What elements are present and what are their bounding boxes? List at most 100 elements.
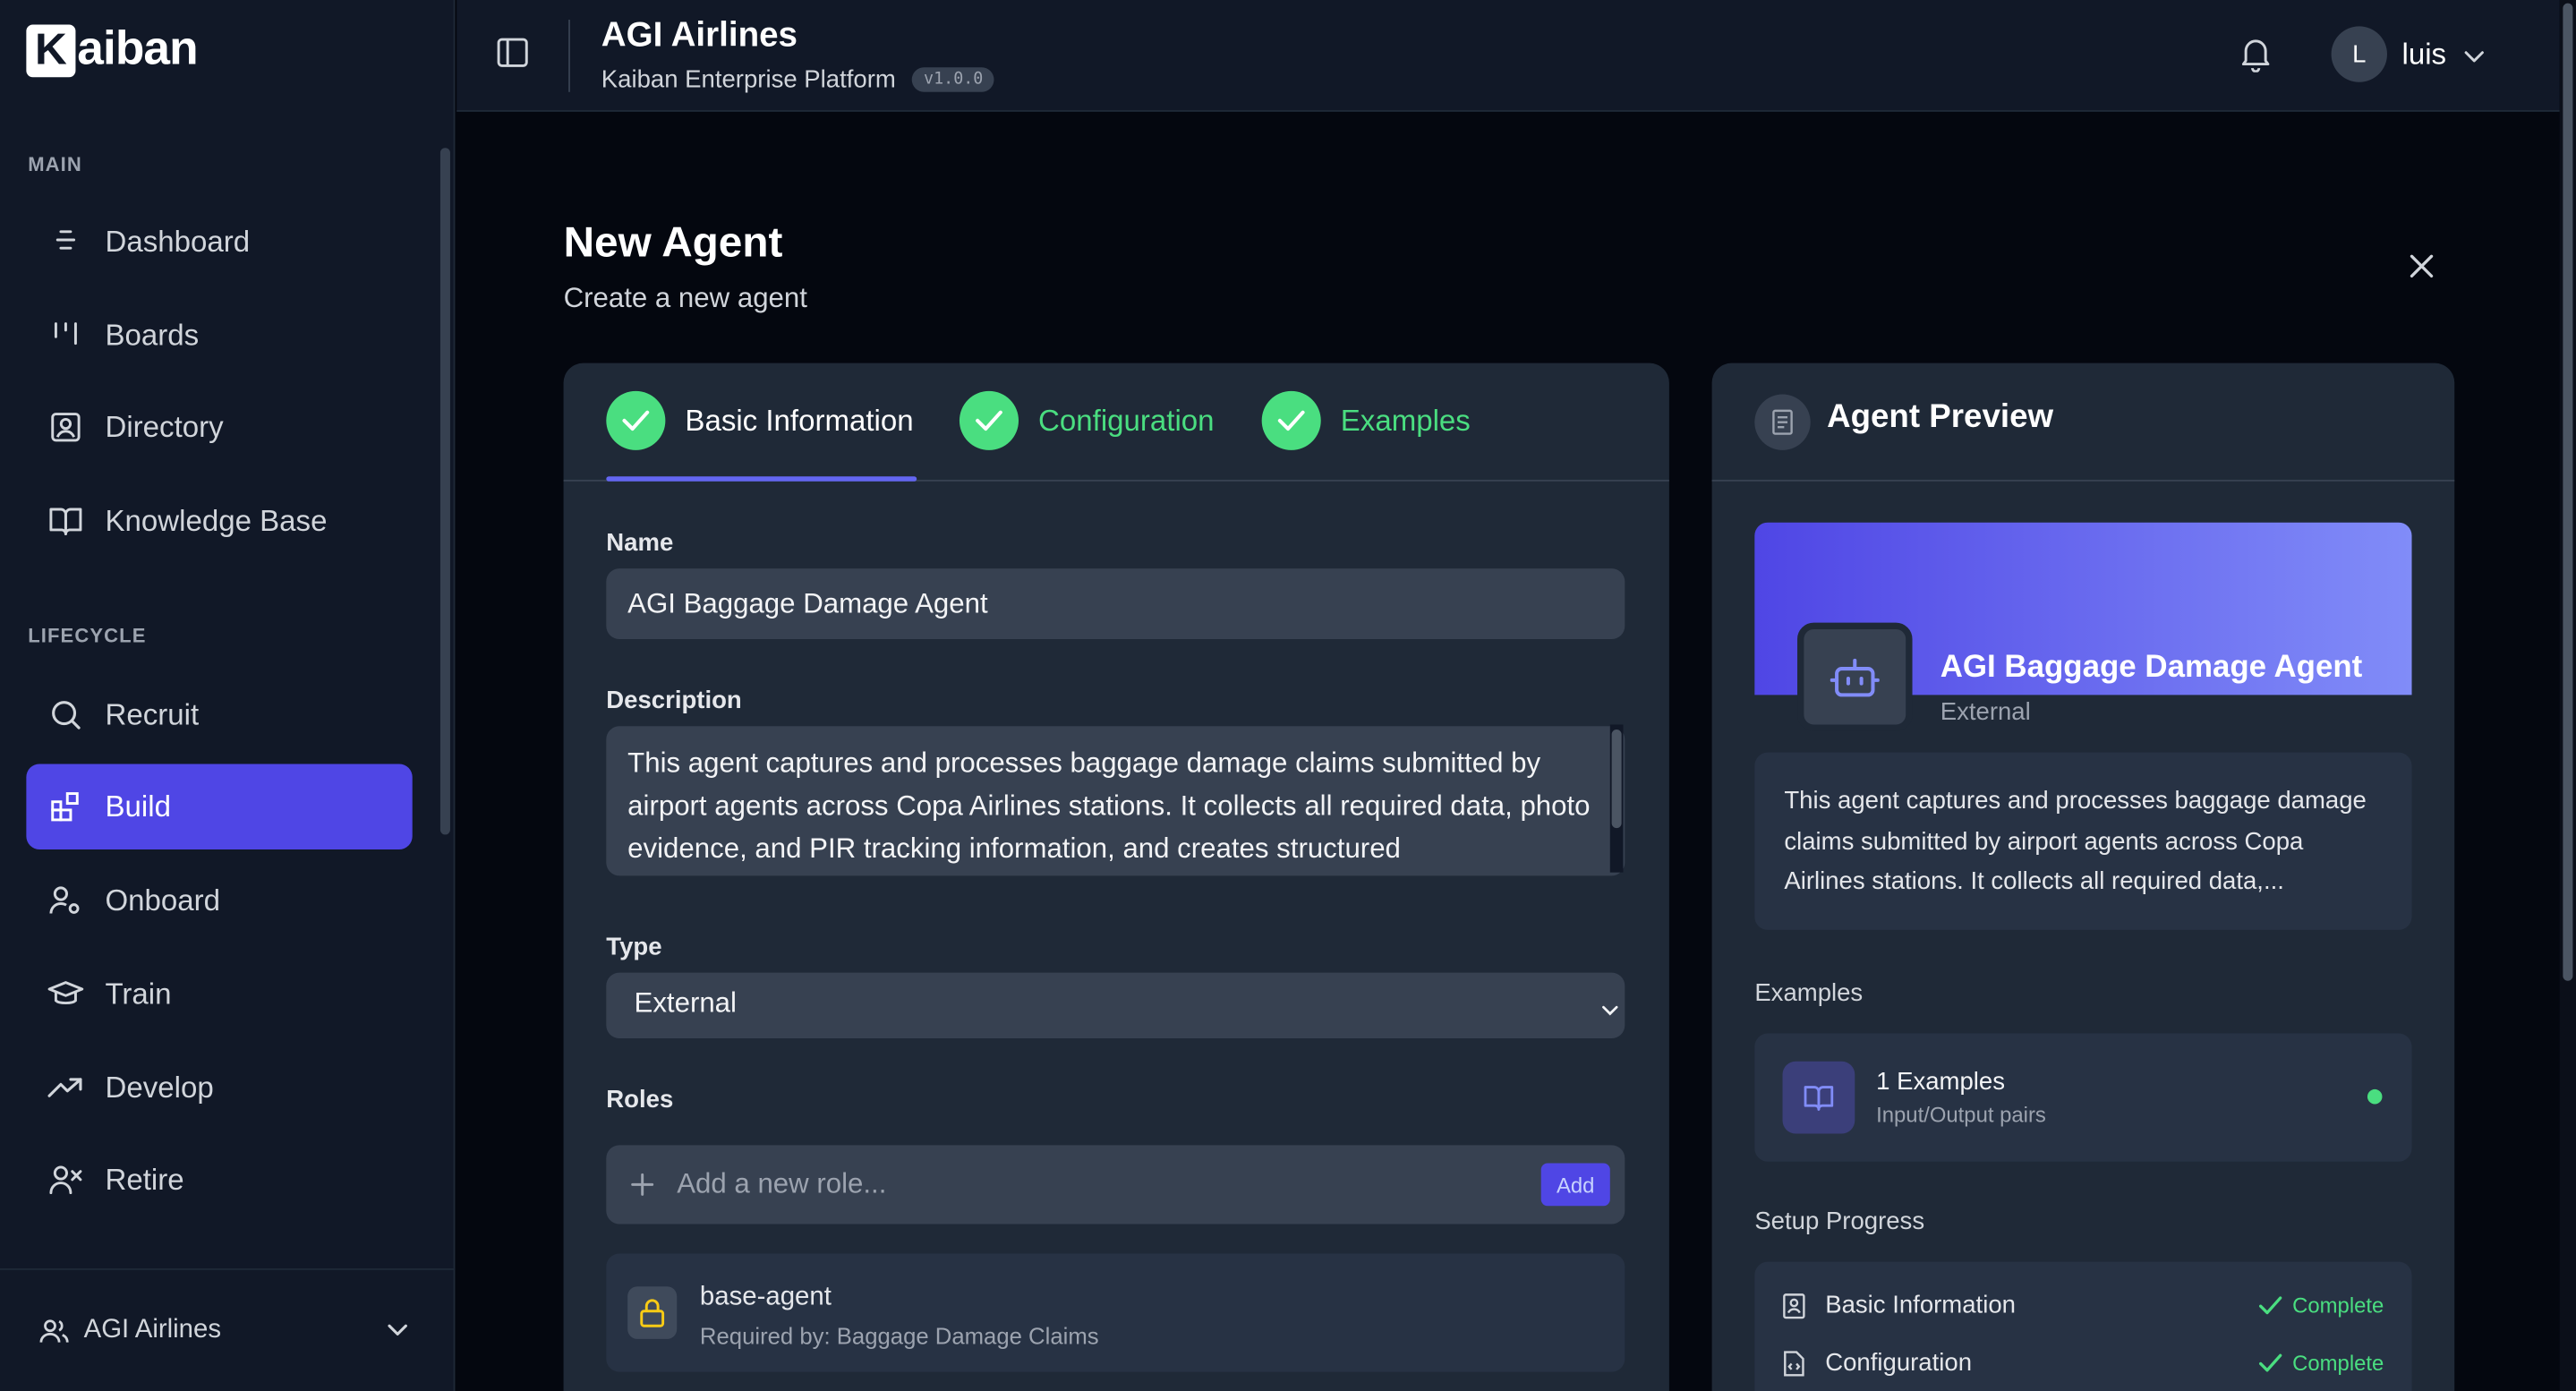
users-icon bbox=[39, 1318, 69, 1344]
bot-icon bbox=[1797, 622, 1913, 731]
user-x-icon bbox=[47, 1162, 83, 1198]
status-badge: Complete bbox=[2259, 1350, 2384, 1376]
tab-examples[interactable]: Examples bbox=[1261, 390, 1471, 450]
sidebar-item-develop[interactable]: Develop bbox=[26, 1045, 412, 1130]
progress-row-basic-information: Basic Information Complete bbox=[1783, 1292, 2384, 1319]
step-tabs: Basic Information Configuration Examples bbox=[563, 363, 1669, 482]
textarea-scrollbar-thumb[interactable] bbox=[1611, 729, 1622, 829]
roles-label: Roles bbox=[606, 1086, 674, 1114]
app-subtitle: Kaiban Enterprise Platform v1.0.0 bbox=[601, 65, 995, 94]
user-menu-chevron-icon[interactable] bbox=[2464, 43, 2484, 73]
username[interactable]: luis bbox=[2402, 38, 2447, 73]
check-icon bbox=[1261, 390, 1321, 450]
role-input[interactable]: Add a new role... bbox=[606, 1145, 1625, 1225]
name-label: Name bbox=[606, 529, 674, 558]
progress-label: Configuration bbox=[1825, 1348, 1973, 1378]
examples-sub: Input/Output pairs bbox=[1876, 1102, 2046, 1128]
lock-icon bbox=[627, 1286, 678, 1339]
tab-basic-information[interactable]: Basic Information bbox=[606, 390, 914, 450]
version-badge: v1.0.0 bbox=[912, 67, 995, 92]
sidebar-item-label: Develop bbox=[105, 1070, 214, 1104]
app-title: AGI Airlines bbox=[601, 16, 798, 55]
sidebar-item-boards[interactable]: Boards bbox=[26, 293, 412, 378]
step-label: Basic Information bbox=[685, 403, 914, 437]
setup-progress-list: Basic Information Complete Configuration… bbox=[1754, 1261, 2412, 1391]
logo-text: aiban bbox=[77, 22, 198, 76]
document-icon bbox=[1754, 394, 1811, 450]
kaiban-logo[interactable]: K aiban bbox=[26, 22, 199, 78]
sidebar-item-directory[interactable]: Directory bbox=[26, 385, 412, 470]
setup-progress-heading: Setup Progress bbox=[1754, 1208, 1925, 1236]
add-role-button[interactable]: Add bbox=[1540, 1163, 1610, 1207]
progress-row-configuration: Configuration Complete bbox=[1783, 1349, 2384, 1377]
search-icon bbox=[47, 696, 83, 732]
sidebar-item-train[interactable]: Train bbox=[26, 952, 412, 1037]
sidebar-item-retire[interactable]: Retire bbox=[26, 1137, 412, 1222]
book-icon bbox=[1782, 1061, 1855, 1134]
page-subtitle: Create a new agent bbox=[563, 282, 807, 314]
status-badge: Complete bbox=[2259, 1293, 2384, 1318]
description-label: Description bbox=[606, 687, 742, 715]
avatar[interactable]: L bbox=[2331, 26, 2387, 82]
description-textarea[interactable]: This agent captures and processes baggag… bbox=[606, 726, 1625, 876]
progress-label: Basic Information bbox=[1825, 1291, 2016, 1319]
sidebar-item-label: Knowledge Base bbox=[105, 503, 328, 537]
sidebar-item-label: Directory bbox=[105, 409, 224, 443]
role-item: base-agent Required by: Baggage Damage C… bbox=[606, 1253, 1625, 1372]
role-input-placeholder: Add a new role... bbox=[677, 1168, 887, 1199]
build-icon bbox=[47, 789, 83, 824]
sidebar-toggle-icon[interactable] bbox=[496, 36, 529, 77]
close-icon[interactable] bbox=[2405, 250, 2438, 291]
section-label-main: MAIN bbox=[28, 152, 82, 176]
sidebar-item-onboard[interactable]: Onboard bbox=[26, 858, 412, 943]
bell-icon[interactable] bbox=[2239, 36, 2273, 81]
step-label: Examples bbox=[1340, 403, 1471, 437]
org-name: AGI Airlines bbox=[83, 1316, 222, 1344]
preview-header: Agent Preview bbox=[1711, 363, 2455, 482]
chevron-down-icon bbox=[386, 1316, 409, 1345]
sidebar-item-label: Boards bbox=[105, 318, 200, 351]
org-switcher[interactable]: AGI Airlines bbox=[0, 1268, 456, 1391]
boards-icon bbox=[47, 317, 83, 353]
role-required-by: Required by: Baggage Damage Claims bbox=[699, 1322, 1099, 1349]
page-scrollbar[interactable] bbox=[2559, 0, 2576, 1391]
role-name: base-agent bbox=[699, 1283, 832, 1311]
file-code-icon bbox=[1783, 1350, 1809, 1376]
type-select[interactable]: External bbox=[606, 972, 1625, 1039]
sidebar-item-label: Build bbox=[105, 789, 171, 823]
preview-description: This agent captures and processes baggag… bbox=[1754, 752, 2412, 930]
tab-configuration[interactable]: Configuration bbox=[959, 390, 1215, 450]
agent-preview-card: Agent Preview AGI Baggage Damage Agent E… bbox=[1711, 363, 2455, 1391]
examples-heading: Examples bbox=[1754, 978, 1864, 1008]
examples-count: 1 Examples bbox=[1876, 1068, 2005, 1097]
status-text: Complete bbox=[2292, 1293, 2384, 1318]
dashboard-icon bbox=[47, 224, 83, 260]
sidebar-scrollbar[interactable] bbox=[439, 148, 450, 835]
sidebar-item-label: Retire bbox=[105, 1162, 184, 1196]
step-label: Configuration bbox=[1038, 403, 1215, 437]
sidebar-item-label: Recruit bbox=[105, 697, 200, 730]
directory-icon bbox=[47, 409, 83, 445]
section-label-lifecycle: LIFECYCLE bbox=[28, 624, 147, 648]
user-card-icon bbox=[1783, 1293, 1809, 1318]
active-tab-indicator bbox=[606, 476, 917, 482]
check-icon bbox=[959, 390, 1019, 450]
type-label: Type bbox=[606, 933, 662, 961]
status-text: Complete bbox=[2292, 1350, 2384, 1376]
app-subtitle-text: Kaiban Enterprise Platform bbox=[601, 65, 896, 94]
book-icon bbox=[47, 503, 83, 539]
sidebar-item-build[interactable]: Build bbox=[26, 764, 413, 849]
sidebar-item-label: Dashboard bbox=[105, 224, 251, 258]
trending-up-icon bbox=[47, 1070, 83, 1105]
sidebar-item-knowledge-base[interactable]: Knowledge Base bbox=[26, 478, 412, 563]
preview-agent-name: AGI Baggage Damage Agent bbox=[1940, 650, 2363, 686]
textarea-scrollbar[interactable] bbox=[1609, 724, 1624, 873]
sidebar-item-recruit[interactable]: Recruit bbox=[26, 672, 412, 757]
logo-letter: K bbox=[26, 23, 76, 77]
agent-form-card: Basic Information Configuration Examples… bbox=[563, 363, 1669, 1391]
name-input[interactable] bbox=[606, 568, 1625, 640]
page-scrollbar-thumb[interactable] bbox=[2563, 3, 2573, 981]
examples-summary: 1 Examples Input/Output pairs bbox=[1754, 1033, 2412, 1162]
preview-agent-type: External bbox=[1940, 698, 2031, 727]
sidebar-item-dashboard[interactable]: Dashboard bbox=[26, 199, 412, 284]
